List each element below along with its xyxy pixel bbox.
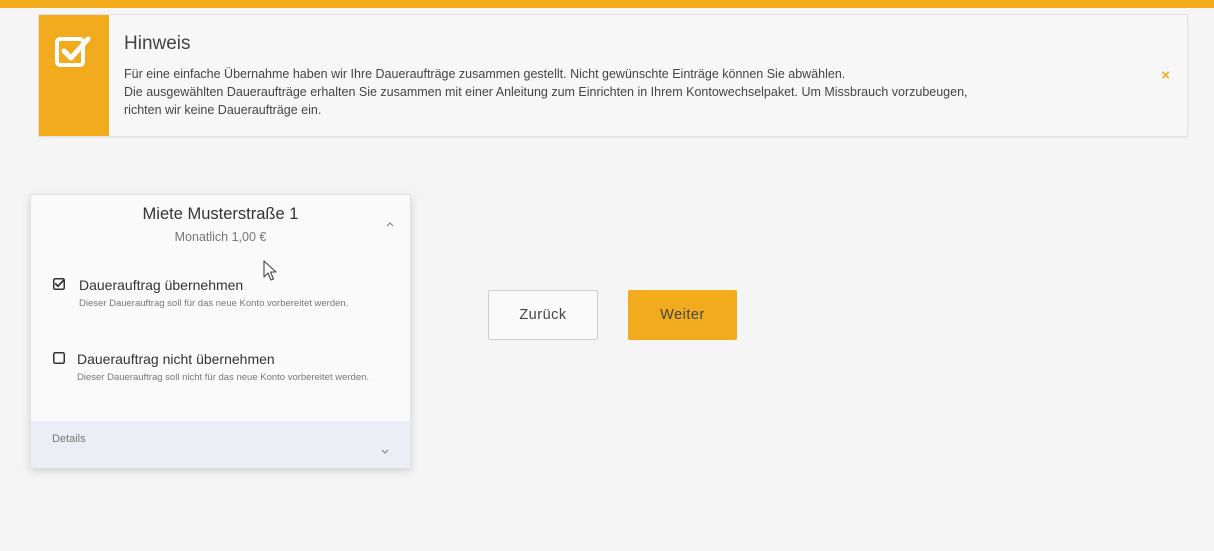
notice-line-2: Die ausgewählten Daueraufträge erhalten … — [124, 85, 968, 99]
option-description: Dieser Dauerauftrag soll für das neue Ko… — [79, 298, 349, 309]
top-accent-bar — [0, 0, 1214, 8]
card-header[interactable]: Miete Musterstraße 1 Monatlich 1,00 € — [31, 195, 410, 257]
notice-box: Hinweis Für eine einfache Übernahme habe… — [38, 14, 1188, 137]
checkbox-check-icon — [55, 36, 91, 67]
notice-icon-column — [39, 15, 109, 136]
back-button[interactable]: Zurück — [488, 290, 598, 340]
mouse-pointer-icon — [263, 260, 277, 281]
card-subtitle: Monatlich 1,00 € — [174, 230, 267, 244]
option-label: Dauerauftrag übernehmen — [79, 277, 244, 293]
close-icon[interactable]: × — [1161, 68, 1170, 83]
details-label: Details — [52, 433, 86, 445]
checkbox-unchecked-icon[interactable] — [53, 352, 65, 364]
option-description: Dieser Dauerauftrag soll nicht für das n… — [77, 372, 370, 383]
standing-order-card: Miete Musterstraße 1 Monatlich 1,00 € Da… — [30, 194, 411, 468]
chevron-down-icon[interactable] — [380, 447, 390, 457]
checkbox-checked-icon[interactable] — [53, 278, 65, 290]
details-toggle[interactable]: Details — [31, 421, 410, 468]
notice-title: Hinweis — [124, 33, 191, 54]
card-title: Miete Musterstraße 1 — [142, 205, 299, 223]
option-label: Dauerauftrag nicht übernehmen — [77, 351, 275, 367]
next-button[interactable]: Weiter — [628, 290, 737, 340]
notice-text: Für eine einfache Übernahme haben wir Ih… — [124, 65, 1134, 119]
chevron-up-icon[interactable] — [385, 219, 395, 229]
notice-line-3: richten wir keine Daueraufträge ein. — [124, 103, 322, 117]
notice-line-1: Für eine einfache Übernahme haben wir Ih… — [124, 67, 846, 81]
